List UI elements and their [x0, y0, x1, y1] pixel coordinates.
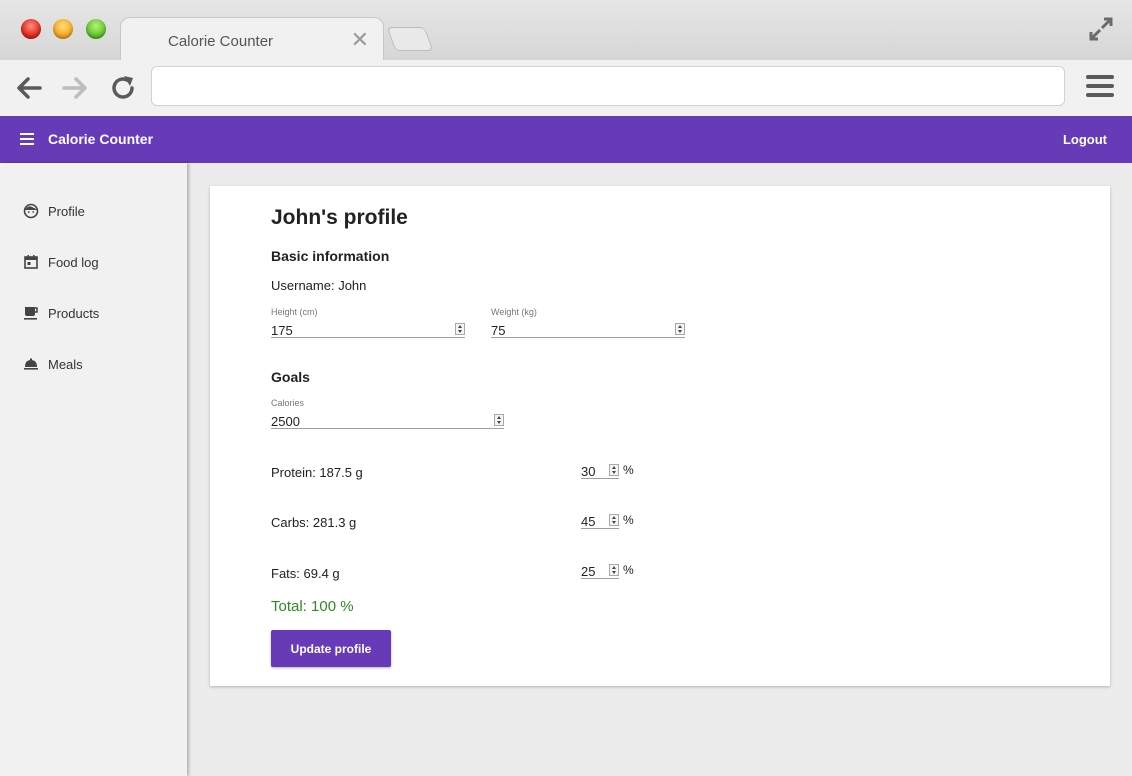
calendar-icon — [24, 255, 38, 269]
sidebar: Profile Food log Products Meals — [0, 163, 187, 776]
protein-percent-spinner[interactable] — [609, 464, 619, 476]
browser-toolbar — [0, 60, 1132, 117]
forward-arrow-icon[interactable] — [60, 73, 90, 103]
calories-spinner[interactable] — [494, 414, 504, 426]
logout-button[interactable]: Logout — [1063, 132, 1107, 147]
fullscreen-icon[interactable] — [1088, 16, 1114, 42]
sidebar-item-meals[interactable]: Meals — [0, 344, 187, 384]
height-spinner[interactable] — [455, 323, 465, 335]
calories-label: Calories — [271, 398, 305, 408]
new-tab-button[interactable] — [386, 27, 434, 51]
carbs-percent-field: 45 — [581, 510, 619, 529]
height-input[interactable]: 175 — [271, 319, 465, 338]
carbs-percent-input[interactable]: 45 — [581, 510, 619, 529]
height-field: Height (cm) 175 — [271, 307, 465, 338]
fats-percent-input[interactable]: 25 — [581, 560, 619, 579]
carbs-percent-sign: % — [623, 513, 634, 527]
sidebar-item-products[interactable]: Products — [0, 293, 187, 333]
basic-info-heading: Basic information — [271, 248, 390, 264]
fats-percent-value: 25 — [581, 564, 596, 579]
carbs-text: Carbs: 281.3 g — [271, 515, 357, 530]
app-title: Calorie Counter — [48, 131, 154, 147]
calories-value: 2500 — [271, 414, 300, 429]
height-value: 175 — [271, 323, 293, 338]
sidebar-item-label: Meals — [48, 357, 83, 372]
address-bar[interactable] — [151, 66, 1065, 106]
app-bar: Calorie Counter Logout — [0, 116, 1132, 163]
browser-tab-strip: Calorie Counter ✕ — [0, 0, 1132, 62]
close-window-button[interactable] — [21, 19, 41, 39]
height-label: Height (cm) — [271, 307, 318, 317]
weight-input[interactable]: 75 — [491, 319, 685, 338]
browser-tab[interactable]: Calorie Counter ✕ — [120, 17, 384, 62]
sidebar-item-label: Profile — [48, 204, 85, 219]
tab-title: Calorie Counter — [168, 33, 274, 50]
fats-percent-sign: % — [623, 563, 634, 577]
sidebar-item-food-log[interactable]: Food log — [0, 242, 187, 282]
username-text: Username: John — [271, 278, 367, 293]
update-profile-button[interactable]: Update profile — [271, 630, 391, 667]
hamburger-menu-icon[interactable] — [20, 133, 34, 145]
profile-card: John's profile Basic information Usernam… — [210, 186, 1110, 686]
protein-percent-input[interactable]: 30 — [581, 460, 619, 479]
face-icon — [23, 203, 39, 219]
calories-input[interactable]: 2500 — [271, 410, 504, 429]
cloche-icon — [24, 358, 38, 370]
back-arrow-icon[interactable] — [14, 73, 44, 103]
browser-menu-icon[interactable] — [1086, 75, 1114, 99]
protein-percent-value: 30 — [581, 464, 596, 479]
sidebar-item-label: Food log — [48, 255, 99, 270]
protein-percent-field: 30 — [581, 460, 619, 479]
weight-field: Weight (kg) 75 — [491, 307, 685, 338]
fats-percent-spinner[interactable] — [609, 564, 619, 576]
protein-text: Protein: 187.5 g — [271, 465, 363, 480]
minimize-window-button[interactable] — [53, 19, 73, 39]
sidebar-item-label: Products — [48, 306, 100, 321]
carbs-percent-spinner[interactable] — [609, 514, 619, 526]
weight-label: Weight (kg) — [491, 307, 537, 317]
fats-percent-field: 25 — [581, 560, 619, 579]
calories-field: Calories 2500 — [271, 398, 504, 429]
weight-value: 75 — [491, 323, 506, 338]
protein-percent-sign: % — [623, 463, 634, 477]
tab-close-icon[interactable]: ✕ — [351, 27, 369, 53]
weight-spinner[interactable] — [675, 323, 685, 335]
goals-heading: Goals — [271, 369, 310, 385]
sidebar-item-profile[interactable]: Profile — [0, 191, 187, 231]
fats-text: Fats: 69.4 g — [271, 566, 340, 581]
maximize-window-button[interactable] — [86, 19, 106, 39]
coffee-cup-icon — [24, 307, 38, 320]
total-percent: Total: 100 % — [271, 598, 354, 615]
carbs-percent-value: 45 — [581, 514, 596, 529]
page-title: John's profile — [271, 206, 408, 229]
reload-icon[interactable] — [108, 73, 138, 103]
